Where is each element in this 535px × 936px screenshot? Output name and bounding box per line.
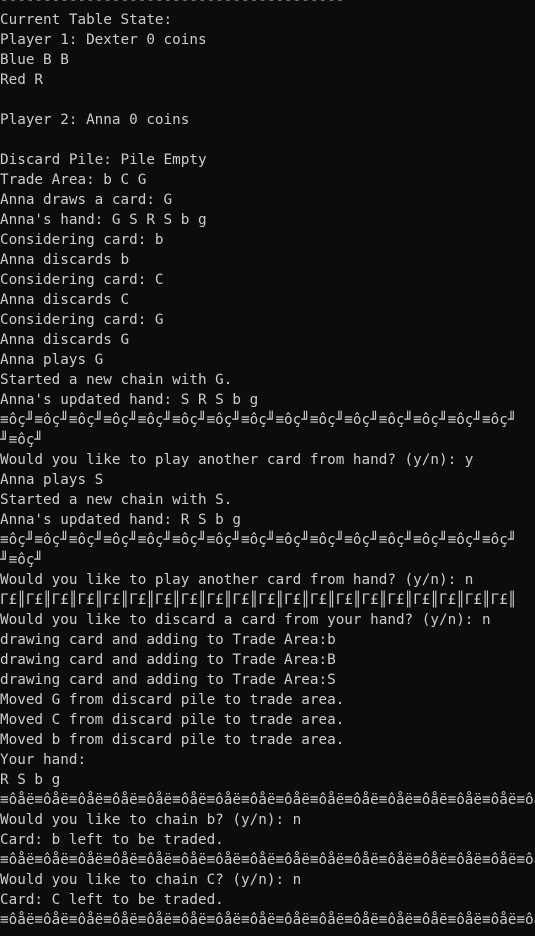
console-line: Anna plays G xyxy=(0,352,104,368)
console-line: Started a new chain with G. xyxy=(0,372,233,388)
console-line: Anna draws a card: G xyxy=(0,192,173,208)
console-line: Anna discards G xyxy=(0,332,130,348)
console-line: Considering card: G xyxy=(0,312,164,328)
console-line: Moved C from discard pile to trade area. xyxy=(0,712,345,728)
console-line: Considering card: C xyxy=(0,272,164,288)
console-line: R S b g xyxy=(0,772,61,788)
console-line: Your hand: xyxy=(0,752,87,768)
garbled-separator-line: ≡ôåë≡ôåë≡ôåë≡ôåë≡ôåë≡ôåë≡ôåë≡ôåë≡ôåë≡ôåë… xyxy=(0,792,535,808)
garbled-separator-line: Γ£║Γ£║Γ£║Γ£║Γ£║Γ£║Γ£║Γ£║Γ£║Γ£║Γ£║Γ£║Γ£║Γ… xyxy=(0,592,517,608)
console-line: Anna's updated hand: R S b g xyxy=(0,512,242,528)
console-line: Moved b from discard pile to trade area. xyxy=(0,732,345,748)
console-line: Anna plays S xyxy=(0,472,104,488)
console-line: Moved G from discard pile to trade area. xyxy=(0,692,345,708)
console-line: Red R xyxy=(0,72,44,88)
console-line: Would you like to play another card from… xyxy=(0,452,474,468)
console-line: Would you like to discard a card from yo… xyxy=(0,612,491,628)
console-line: Card: C left to be traded. xyxy=(0,892,224,908)
console-line: Anna discards b xyxy=(0,252,130,268)
garbled-separator-line: ╜≡ôç╜ xyxy=(0,432,44,448)
console-line: Discard Pile: Pile Empty xyxy=(0,152,207,168)
console-line: Would you like to play another card from… xyxy=(0,572,474,588)
console-line: Current Table State: xyxy=(0,12,173,28)
console-line: Would you like to chain b? (y/n): n xyxy=(0,812,302,828)
console-line: drawing card and adding to Trade Area:S xyxy=(0,672,336,688)
separator-line: ---------------------------------------- xyxy=(0,0,345,8)
console-line: Would you like to chain C? (y/n): n xyxy=(0,872,302,888)
console-line: Player 1: Dexter 0 coins xyxy=(0,32,207,48)
console-line: drawing card and adding to Trade Area:b xyxy=(0,632,336,648)
console-line: Anna discards C xyxy=(0,292,130,308)
console-line: Anna's hand: G S R S b g xyxy=(0,212,207,228)
console-line: drawing card and adding to Trade Area:B xyxy=(0,652,336,668)
console-line: Trade Area: b C G xyxy=(0,172,147,188)
console-line: Card: b left to be traded. xyxy=(0,832,224,848)
garbled-separator-line: ≡ôç╜≡ôç╜≡ôç╜≡ôç╜≡ôç╜≡ôç╜≡ôç╜≡ôç╜≡ôç╜≡ôç╜… xyxy=(0,412,517,428)
console-line: Player 2: Anna 0 coins xyxy=(0,112,190,128)
garbled-separator-line: ≡ôåë≡ôåë≡ôåë≡ôåë≡ôåë≡ôåë≡ôåë≡ôåë≡ôåë≡ôåë… xyxy=(0,912,535,928)
console-line: Anna's updated hand: S R S b g xyxy=(0,392,259,408)
console-line: Considering card: b xyxy=(0,232,164,248)
console-output[interactable]: ----------------------------------------… xyxy=(0,0,535,936)
garbled-separator-line: ╜≡ôç╜ xyxy=(0,552,44,568)
garbled-separator-line: ≡ôåë≡ôåë≡ôåë≡ôåë≡ôåë≡ôåë≡ôåë≡ôåë≡ôåë≡ôåë… xyxy=(0,852,535,868)
console-line: Started a new chain with S. xyxy=(0,492,233,508)
console-line: Blue B B xyxy=(0,52,69,68)
garbled-separator-line: ≡ôç╜≡ôç╜≡ôç╜≡ôç╜≡ôç╜≡ôç╜≡ôç╜≡ôç╜≡ôç╜≡ôç╜… xyxy=(0,532,517,548)
